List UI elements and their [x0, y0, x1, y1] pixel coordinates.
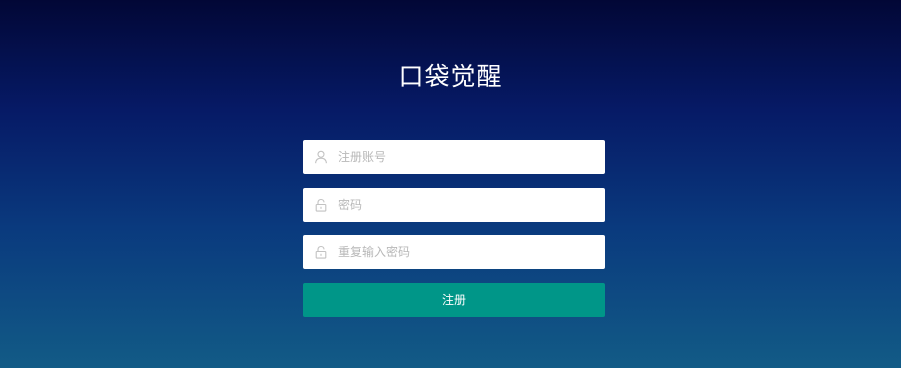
page-title: 口袋觉醒 [398, 62, 503, 91]
confirm-password-field[interactable] [303, 235, 605, 269]
confirm-password-input[interactable] [338, 235, 598, 269]
register-button[interactable]: 注册 [303, 283, 605, 317]
account-input[interactable] [338, 140, 598, 174]
password-input[interactable] [338, 188, 598, 222]
user-icon [315, 150, 327, 164]
password-field[interactable] [303, 188, 605, 222]
account-field[interactable] [303, 140, 605, 174]
lock-icon [315, 245, 327, 259]
lock-icon [315, 198, 327, 212]
